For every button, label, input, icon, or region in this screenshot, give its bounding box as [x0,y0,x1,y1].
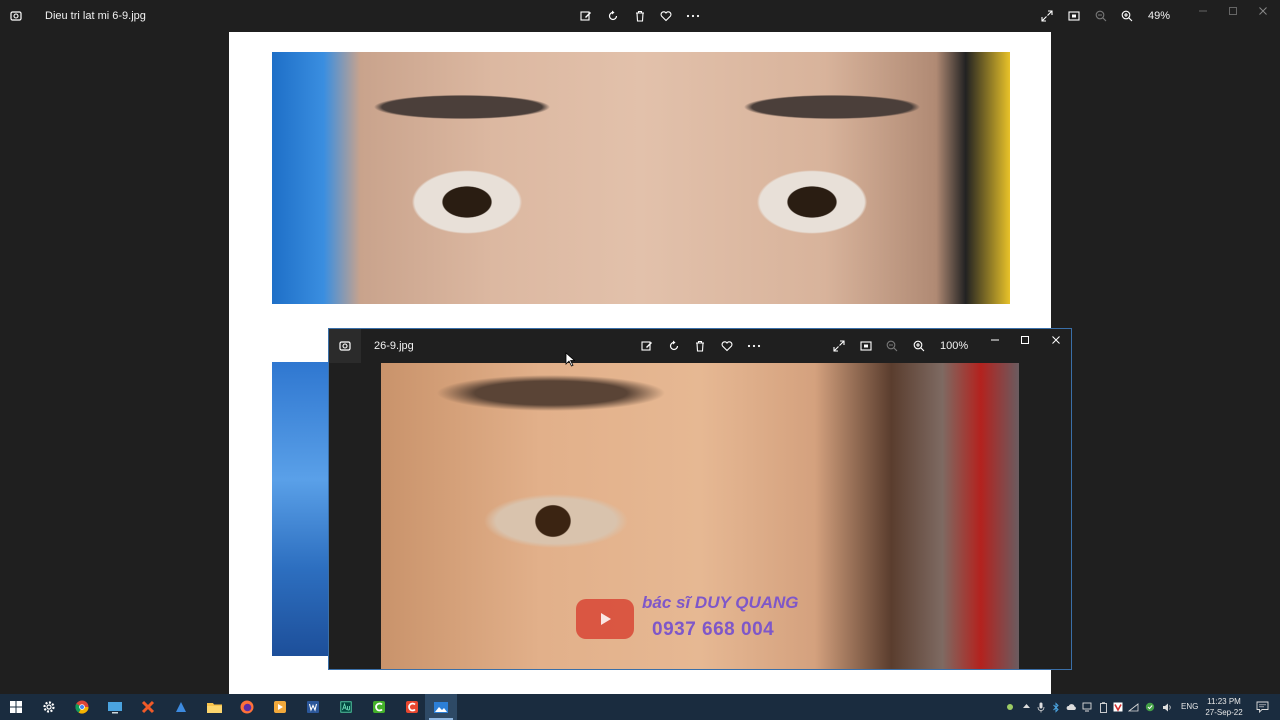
close-icon[interactable] [1252,0,1274,22]
taskbar-audition[interactable] [330,694,362,720]
taskbar-file-explorer[interactable] [198,694,230,720]
taskbar-chrome[interactable] [66,694,98,720]
rotate-icon[interactable] [663,335,685,357]
edit-icon[interactable] [575,5,597,27]
favorite-icon[interactable] [716,335,738,357]
youtube-logo-icon [576,599,634,639]
favorite-icon[interactable] [655,5,677,27]
clock-time: 11:23 PM [1207,697,1241,706]
network-adapter-icon[interactable] [1081,700,1093,714]
viewer-window: 26-9.jpg 100% bác sĩ DUY QUANG 0937 668 … [328,328,1072,670]
viewer-eye-photo: bác sĩ DUY QUANG 0937 668 004 [381,363,1019,669]
taskbar-firefox[interactable] [231,694,263,720]
main-title-bar: Dieu tri lat mi 6-9.jpg 49% [0,0,1280,32]
minimize-icon[interactable] [1192,0,1214,22]
main-zoom-level[interactable]: 49% [1148,10,1170,22]
fit-icon[interactable] [855,335,877,357]
delete-icon[interactable] [629,5,651,27]
volume-icon[interactable] [1161,700,1173,714]
fullscreen-icon[interactable] [1036,5,1058,27]
clock-date: 27-Sep-22 [1205,708,1243,717]
maximize-icon[interactable] [1222,0,1244,22]
taskbar-photos[interactable] [425,694,457,720]
zoom-out-icon[interactable] [1090,5,1112,27]
taskbar: ENG 11:23 PM 27-Sep-22 [0,694,1280,720]
taskbar-media-player[interactable] [264,694,296,720]
antivirus-icon[interactable] [1112,700,1124,714]
close-icon[interactable] [1045,329,1067,351]
minimize-icon[interactable] [984,329,1006,351]
viewer-app-icon [329,329,361,363]
tray-upload-icon[interactable] [1020,700,1032,714]
taskbar-camtasia-red[interactable] [396,694,428,720]
start-button[interactable] [0,694,32,720]
main-window-title: Dieu tri lat mi 6-9.jpg [45,10,146,22]
watermark: bác sĩ DUY QUANG 0937 668 004 [576,591,806,651]
edit-icon[interactable] [636,335,658,357]
security-shield-icon[interactable] [1144,700,1156,714]
clock[interactable]: 11:23 PM 27-Sep-22 [1196,696,1252,718]
watermark-phone: 0937 668 004 [652,619,775,640]
microphone-icon[interactable] [1035,700,1047,714]
taskbar-word[interactable] [297,694,329,720]
photos-app-icon [5,5,27,27]
zoom-out-icon[interactable] [881,335,903,357]
maximize-icon[interactable] [1014,329,1036,351]
bluetooth-icon[interactable] [1050,700,1062,714]
fullscreen-icon[interactable] [828,335,850,357]
zoom-in-icon[interactable] [908,335,930,357]
tray-app-icon[interactable] [1004,700,1016,714]
watermark-name: bác sĩ DUY QUANG [642,593,799,612]
taskbar-remote-desktop[interactable] [99,694,131,720]
fit-icon[interactable] [1063,5,1085,27]
bottom-eye-photo [272,362,330,656]
top-eye-photo [272,52,1010,304]
taskbar-vpn[interactable] [165,694,197,720]
wifi-icon[interactable] [1127,700,1139,714]
taskbar-settings[interactable] [33,694,65,720]
cloud-icon[interactable] [1065,700,1077,714]
zoom-in-icon[interactable] [1116,5,1138,27]
more-icon[interactable] [682,5,704,27]
mouse-cursor-icon [565,352,575,367]
battery-icon[interactable] [1097,700,1109,714]
viewer-title-bar: 26-9.jpg 100% [329,329,1071,363]
rotate-icon[interactable] [602,5,624,27]
taskbar-xmind[interactable] [132,694,164,720]
more-icon[interactable] [743,335,765,357]
viewer-window-title: 26-9.jpg [374,340,414,352]
taskbar-camtasia-green[interactable] [363,694,395,720]
viewer-zoom-level[interactable]: 100% [940,340,968,352]
notification-center-icon[interactable] [1254,700,1270,714]
delete-icon[interactable] [689,335,711,357]
